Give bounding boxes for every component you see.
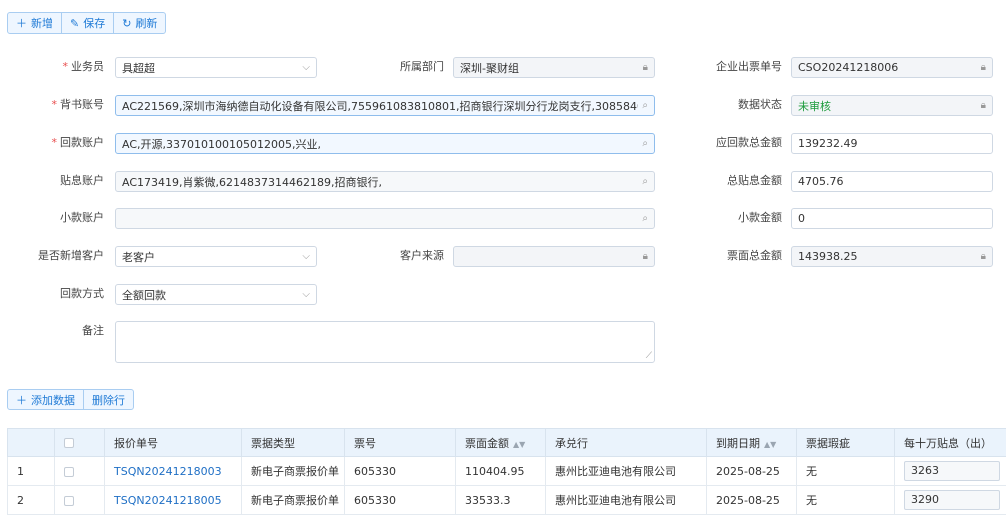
- rate-cell: 3263: [894, 456, 1006, 486]
- header-due-date[interactable]: 到期日期 ▲▼: [706, 428, 797, 457]
- lock-icon: 🔒︎: [980, 251, 986, 262]
- chevron-down-icon: ⌵: [302, 289, 310, 300]
- small-amount-label: 小款金额: [738, 211, 782, 224]
- quote-no-link[interactable]: TSQN20241218003: [104, 456, 242, 486]
- defect-cell: 无: [796, 456, 895, 486]
- chevron-down-icon: ⌵: [302, 251, 310, 262]
- receivable-label: 应回款总金额: [716, 136, 782, 149]
- plus-icon: ＋: [16, 17, 27, 30]
- checkbox[interactable]: [64, 466, 74, 477]
- defect-cell: 无: [796, 485, 895, 515]
- rate-input[interactable]: 3290: [904, 490, 1000, 510]
- discount-account-field[interactable]: AC173419,肖紫微,6214837314462189,招商银行, ⌕: [115, 171, 655, 192]
- refresh-icon: ↻: [122, 16, 132, 30]
- bill-no-cell: 605330: [344, 485, 456, 515]
- amount-cell: 33533.3: [455, 485, 546, 515]
- chevron-down-icon: ⌵: [302, 62, 310, 73]
- bill-type-cell: 新电子商票报价单: [241, 485, 345, 515]
- add-button[interactable]: ＋新增: [8, 13, 62, 33]
- customer-source-field: 🔒︎: [453, 246, 655, 267]
- table-toolbar: ＋添加数据 删除行: [7, 389, 134, 410]
- quote-no-link[interactable]: TSQN20241218005: [104, 485, 242, 515]
- data-status-field: 未审核 🔒︎: [791, 95, 993, 116]
- discount-account-label: 贴息账户: [60, 174, 104, 187]
- salesman-select[interactable]: 具超超 ⌵: [115, 57, 317, 78]
- table-header-row: 报价单号 票据类型 票号 票面金额 ▲▼ 承兑行 到期日期 ▲▼ 票据瑕疵 每十万贴…: [7, 428, 1006, 457]
- due-date-cell: 2025-08-25: [706, 485, 797, 515]
- acceptor-cell: 惠州比亚迪电池有限公司: [545, 485, 707, 515]
- amount-cell: 110404.95: [455, 456, 546, 486]
- plus-icon: ＋: [16, 393, 27, 407]
- repay-method-label: 回款方式: [60, 287, 104, 300]
- quote-table: 报价单号 票据类型 票号 票面金额 ▲▼ 承兑行 到期日期 ▲▼ 票据瑕疵 每十万贴…: [7, 428, 1006, 515]
- resize-grip-icon[interactable]: ⟋: [646, 351, 652, 361]
- lock-icon: 🔒︎: [980, 62, 986, 73]
- add-data-button[interactable]: ＋添加数据: [8, 390, 84, 409]
- lock-icon: 🔒︎: [642, 62, 648, 73]
- edit-icon: ✎: [70, 16, 80, 30]
- table-row[interactable]: 1 TSQN20241218003 新电子商票报价单 605330 110404…: [7, 456, 1006, 486]
- bill-no-cell: 605330: [344, 456, 456, 486]
- search-icon[interactable]: ⌕: [642, 176, 648, 187]
- search-icon[interactable]: ⌕: [642, 100, 648, 111]
- header-quote-no[interactable]: 报价单号: [104, 428, 242, 457]
- refresh-button[interactable]: ↻ 刷新: [114, 13, 165, 33]
- search-icon[interactable]: ⌕: [642, 213, 648, 224]
- dept-label: 所属部门: [400, 60, 444, 73]
- save-button[interactable]: ✎ 保存: [62, 13, 115, 33]
- sort-icon[interactable]: ▲▼: [513, 440, 525, 449]
- header-index: [7, 428, 55, 457]
- rate-cell: 3290: [894, 485, 1006, 515]
- face-total-field: 143938.25 🔒︎: [791, 246, 993, 267]
- top-toolbar: ＋新增 ✎ 保存 ↻ 刷新: [7, 12, 167, 34]
- new-customer-label: 是否新增客户: [38, 249, 104, 262]
- face-total-label: 票面总金额: [727, 249, 782, 262]
- header-type[interactable]: 票据类型: [241, 428, 345, 457]
- search-icon[interactable]: ⌕: [642, 138, 648, 149]
- due-date-cell: 2025-08-25: [706, 456, 797, 486]
- salesman-label: * 业务员: [62, 60, 105, 73]
- row-select[interactable]: [54, 485, 105, 515]
- header-amount[interactable]: 票面金额 ▲▼: [455, 428, 546, 457]
- small-account-field[interactable]: ⌕: [115, 208, 655, 229]
- invoice-no-field: CSO20241218006 🔒︎: [791, 57, 993, 78]
- new-customer-select[interactable]: 老客户 ⌵: [115, 246, 317, 267]
- customer-source-label: 客户来源: [400, 249, 444, 262]
- repay-account-label: * 回款账户: [51, 136, 105, 149]
- header-bill-no[interactable]: 票号: [344, 428, 456, 457]
- row-index: 2: [7, 485, 55, 515]
- header-acceptor[interactable]: 承兑行: [545, 428, 707, 457]
- delete-row-button[interactable]: 删除行: [84, 390, 133, 409]
- remark-textarea[interactable]: ⟋: [115, 321, 655, 363]
- rate-input[interactable]: 3263: [904, 461, 1000, 481]
- header-rate[interactable]: 每十万贴息（出）: [894, 428, 1006, 457]
- bill-type-cell: 新电子商票报价单: [241, 456, 345, 486]
- row-select[interactable]: [54, 456, 105, 486]
- row-index: 1: [7, 456, 55, 486]
- checkbox[interactable]: [64, 438, 74, 448]
- endorse-account-field[interactable]: AC221569,深圳市海纳德自动化设备有限公司,755961083810801…: [115, 95, 655, 116]
- repay-method-select[interactable]: 全额回款 ⌵: [115, 284, 317, 305]
- remark-label: 备注: [82, 324, 104, 337]
- lock-icon: 🔒︎: [642, 251, 648, 262]
- header-select-all[interactable]: [54, 428, 105, 457]
- repay-account-field[interactable]: AC,开源,337010100105012005,兴业, ⌕: [115, 133, 655, 154]
- endorse-label: * 背书账号: [51, 98, 105, 111]
- sort-icon[interactable]: ▲▼: [764, 440, 776, 449]
- lock-icon: 🔒︎: [980, 100, 986, 111]
- dept-field: 深圳-聚财组 🔒︎: [453, 57, 655, 78]
- total-discount-field[interactable]: 4705.76: [791, 171, 993, 192]
- acceptor-cell: 惠州比亚迪电池有限公司: [545, 456, 707, 486]
- small-amount-field[interactable]: 0: [791, 208, 993, 229]
- data-status-label: 数据状态: [738, 98, 782, 111]
- receivable-field[interactable]: 139232.49: [791, 133, 993, 154]
- invoice-no-label: 企业出票单号: [716, 60, 782, 73]
- total-discount-label: 总贴息金额: [727, 174, 782, 187]
- header-defect[interactable]: 票据瑕疵: [796, 428, 895, 457]
- table-row[interactable]: 2 TSQN20241218005 新电子商票报价单 605330 33533.…: [7, 485, 1006, 515]
- small-account-label: 小款账户: [60, 211, 104, 224]
- checkbox[interactable]: [64, 495, 74, 506]
